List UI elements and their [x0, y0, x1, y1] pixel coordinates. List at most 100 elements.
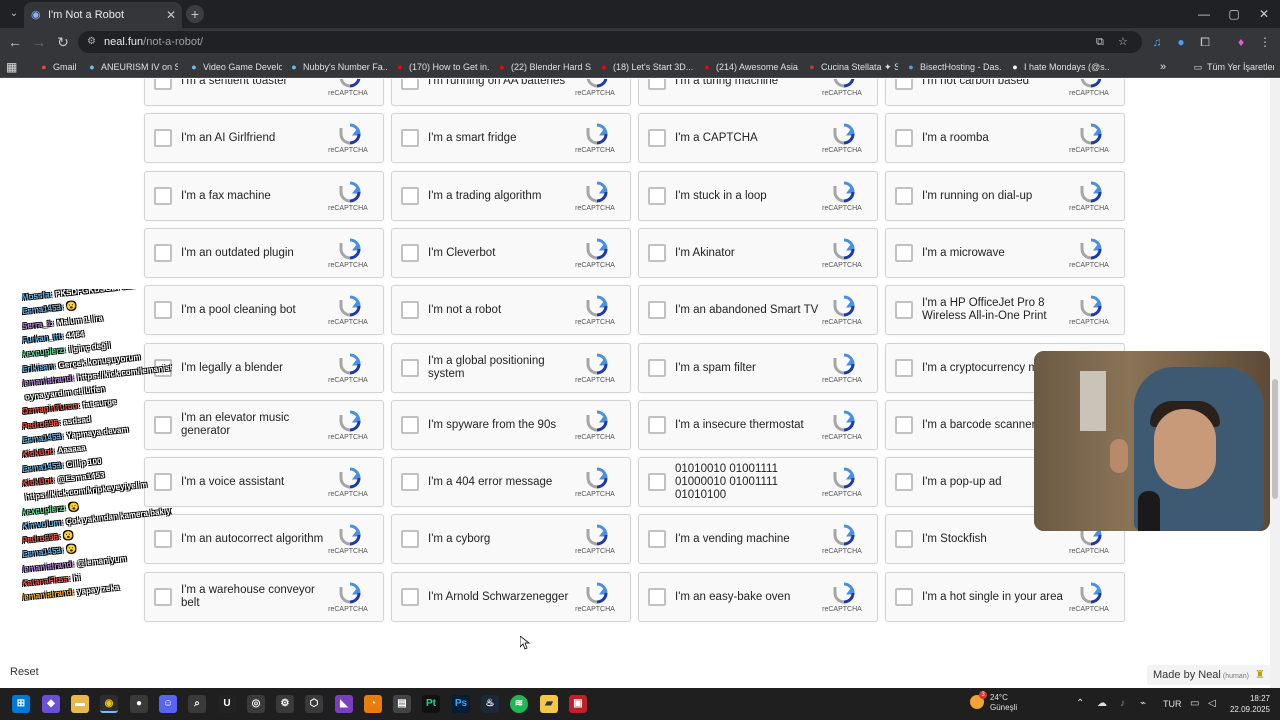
bookmark-item[interactable]: ● Nubby's Number Fa...	[288, 56, 388, 78]
captcha-checkbox[interactable]	[154, 187, 172, 205]
bookmark-item[interactable]: ● Cucina Stellata ✦ St...	[806, 56, 898, 78]
captcha-label: I'm a spam filter	[675, 361, 756, 374]
browser-menu-icon[interactable]: ⋮	[1256, 33, 1274, 51]
captcha-checkbox[interactable]	[401, 187, 419, 205]
reload-icon[interactable]: ↻	[53, 32, 73, 52]
captcha-checkbox[interactable]	[401, 530, 419, 548]
captcha-checkbox[interactable]	[401, 244, 419, 262]
pycharm-icon[interactable]: Pt	[422, 695, 440, 713]
all-bookmarks-folder[interactable]: ▭ Tüm Yer İşaretleri	[1192, 56, 1274, 78]
file-explorer-icon[interactable]: ▬	[71, 695, 89, 713]
bookmark-item[interactable]: ● (22) Blender Hard S...	[496, 56, 592, 78]
windows-start-icon[interactable]: ⊞	[12, 695, 30, 713]
captcha-checkbox[interactable]	[154, 244, 172, 262]
captcha-checkbox[interactable]	[154, 129, 172, 147]
apps-grid-icon[interactable]: ▦	[6, 56, 24, 78]
bookmark-item[interactable]: ● (170) How to Get in...	[394, 56, 490, 78]
bookmark-item[interactable]: ● (18) Let's Start 3D...	[598, 56, 694, 78]
language-indicator[interactable]: TUR	[1163, 688, 1182, 720]
site-info-icon[interactable]: ⚙	[87, 31, 96, 53]
address-bar[interactable]: ⚙ neal.fun/not-a-robot/ ⧉ ☆	[78, 31, 1142, 53]
captcha-checkbox[interactable]	[648, 301, 666, 319]
captcha-checkbox[interactable]	[895, 79, 913, 90]
forward-arrow-icon[interactable]: →	[29, 32, 49, 52]
captcha-checkbox[interactable]	[648, 129, 666, 147]
captcha-checkbox[interactable]	[401, 416, 419, 434]
more-bookmarks-chevron-icon[interactable]: »	[1160, 56, 1174, 78]
folder-app-icon[interactable]: ▰	[540, 695, 558, 713]
captcha-checkbox[interactable]	[648, 187, 666, 205]
taskbar-clock[interactable]: 18:27 22.09.2025	[1228, 693, 1270, 715]
github-icon[interactable]: ◎	[247, 695, 265, 713]
chrome-icon[interactable]: ◉	[100, 695, 118, 713]
extensions-puzzle-icon[interactable]: ⧠	[1196, 33, 1214, 51]
active-tab[interactable]: ◉ I'm Not a Robot ✕	[24, 2, 182, 28]
bookmark-item[interactable]: ● ANEURISM IV on St...	[86, 56, 178, 78]
captcha-checkbox[interactable]	[648, 79, 666, 90]
visual-studio-icon[interactable]: ◣	[335, 695, 353, 713]
spotify-icon[interactable]: ≋	[510, 695, 528, 713]
captcha-checkbox[interactable]	[895, 588, 913, 606]
captcha-checkbox[interactable]	[648, 473, 666, 491]
captcha-checkbox[interactable]	[895, 244, 913, 262]
volume-icon[interactable]: ◁	[1208, 688, 1216, 720]
captcha-checkbox[interactable]	[401, 79, 419, 90]
discord-icon[interactable]: ☺	[159, 695, 177, 713]
captcha-checkbox[interactable]	[401, 588, 419, 606]
tray-app-icon[interactable]: ☁	[1097, 688, 1107, 720]
bookmark-item[interactable]: ● BisectHosting - Das...	[905, 56, 1001, 78]
unreal-engine-icon[interactable]: U	[218, 695, 236, 713]
captcha-checkbox[interactable]	[895, 187, 913, 205]
search-app-icon[interactable]: ⌕	[188, 695, 206, 713]
scrollbar-thumb[interactable]	[1272, 379, 1278, 499]
new-tab-plus-icon[interactable]: +	[186, 5, 204, 23]
captcha-checkbox[interactable]	[401, 301, 419, 319]
captcha-checkbox[interactable]	[648, 244, 666, 262]
captcha-checkbox[interactable]	[895, 359, 913, 377]
captcha-checkbox[interactable]	[154, 79, 172, 90]
bookmark-star-icon[interactable]: ☆	[1118, 31, 1128, 53]
photoshop-icon[interactable]: Ps	[452, 695, 470, 713]
bookmark-item[interactable]: ● Gmail	[38, 56, 82, 78]
captcha-checkbox[interactable]	[895, 129, 913, 147]
extension-icon[interactable]: ♫	[1148, 33, 1166, 51]
extension-shield-icon[interactable]: ●	[1172, 33, 1190, 51]
captcha-checkbox[interactable]	[401, 359, 419, 377]
unity-icon[interactable]: ⬡	[305, 695, 323, 713]
profile-icon[interactable]: ♦	[1232, 33, 1250, 51]
tray-chevron-icon[interactable]: ⌃	[1076, 688, 1084, 720]
back-arrow-icon[interactable]: ←	[5, 32, 25, 52]
tray-mic-icon[interactable]: ♪	[1120, 688, 1125, 720]
settings-gear-icon[interactable]: ⚙	[276, 695, 294, 713]
captcha-checkbox[interactable]	[401, 473, 419, 491]
copilot-icon[interactable]: ◆	[42, 695, 60, 713]
steam-taskbar-icon[interactable]: ♨	[481, 695, 499, 713]
bookmark-item[interactable]: ● Video Game Develo...	[188, 56, 282, 78]
bookmark-item[interactable]: ● (214) Awesome Asia...	[701, 56, 799, 78]
captcha-checkbox[interactable]	[895, 416, 913, 434]
reset-button[interactable]: Reset	[10, 666, 39, 678]
bookmark-item[interactable]: ● I hate Mondays (@s...	[1009, 56, 1109, 78]
window-close-icon[interactable]: ✕	[1252, 4, 1276, 24]
translate-icon[interactable]: ⧉	[1096, 31, 1104, 53]
captcha-checkbox[interactable]	[648, 416, 666, 434]
captcha-checkbox[interactable]	[648, 359, 666, 377]
tab-close-icon[interactable]: ✕	[166, 2, 176, 28]
captcha-checkbox[interactable]	[895, 473, 913, 491]
captcha-checkbox[interactable]	[895, 530, 913, 548]
monitor-icon[interactable]: ▭	[1190, 688, 1199, 720]
red-app-icon[interactable]: ▣	[569, 695, 587, 713]
captcha-checkbox[interactable]	[895, 301, 913, 319]
notes-app-icon[interactable]: ▤	[393, 695, 411, 713]
page-scrollbar[interactable]	[1270, 79, 1280, 688]
maximize-icon[interactable]: ▢	[1222, 4, 1246, 24]
captcha-checkbox[interactable]	[648, 530, 666, 548]
minimize-icon[interactable]: —	[1192, 4, 1216, 24]
tab-search-chevron-icon[interactable]: ⌄	[4, 4, 24, 24]
tray-network-icon[interactable]: ⌁	[1140, 688, 1146, 720]
obs-icon[interactable]: ●	[130, 695, 148, 713]
made-by-badge[interactable]: Made by Neal (human) ♜	[1147, 665, 1271, 685]
captcha-checkbox[interactable]	[648, 588, 666, 606]
blender-icon[interactable]: ◔	[364, 695, 382, 713]
captcha-checkbox[interactable]	[401, 129, 419, 147]
